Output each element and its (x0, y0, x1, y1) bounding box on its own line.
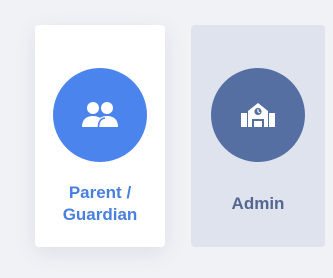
school-building-icon (241, 103, 275, 127)
role-card-admin[interactable]: Admin (191, 25, 325, 247)
role-card-parent-guardian[interactable]: Parent / Guardian (35, 25, 165, 247)
role-label: Parent / Guardian (62, 183, 138, 224)
role-icon-circle (53, 68, 147, 162)
role-icon-circle (211, 68, 305, 162)
role-selection-grid: Parent / Guardian Admin (0, 0, 333, 278)
role-label: Admin (231, 194, 285, 213)
users-icon (82, 102, 118, 128)
